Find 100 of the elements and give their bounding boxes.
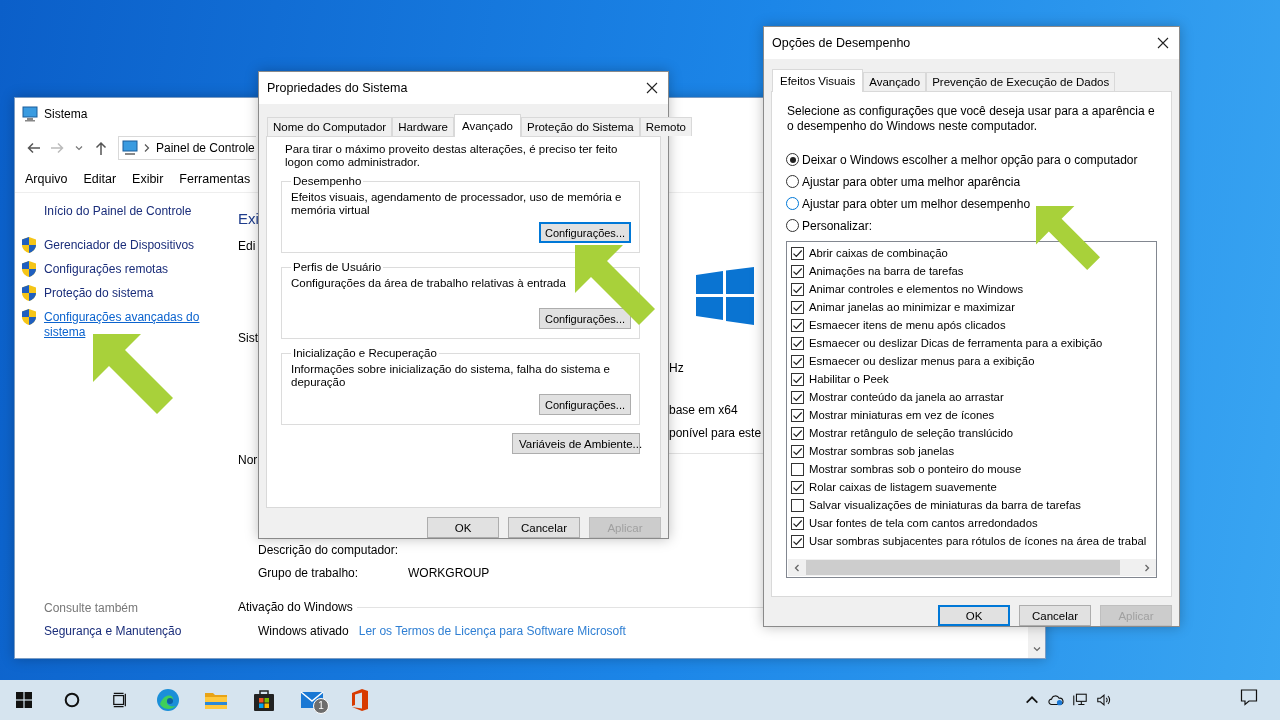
sidebar-link[interactable]: Segurança e Manutenção [44, 624, 238, 638]
checkbox-option[interactable]: Animar controles e elementos no Windows [791, 280, 1024, 298]
checkbox[interactable] [791, 408, 804, 422]
checkbox-option[interactable]: Habilitar o Peek [791, 370, 889, 388]
tab[interactable]: Remoto [639, 117, 692, 136]
group-title: Perfis de Usuário [292, 261, 383, 273]
info-text: Para tirar o máximo proveito destas alterações, é preciso ter feito logon como administrador. [285, 143, 619, 169]
checkbox[interactable] [791, 354, 804, 368]
checkbox-option[interactable]: Mostrar retângulo de seleção translúcido [791, 424, 1014, 442]
checkbox[interactable] [791, 480, 804, 494]
cloud-icon[interactable] [1048, 692, 1064, 708]
tab[interactable]: Avançado [454, 114, 521, 137]
shield-icon [21, 236, 37, 254]
settings-button[interactable]: Configurações... [539, 222, 631, 243]
tab[interactable]: Efeitos Visuais [772, 69, 864, 92]
radio-option[interactable]: Ajustar para obter uma melhor aparência [786, 174, 1021, 189]
notification-icon[interactable] [1240, 688, 1258, 706]
shield-icon [21, 308, 37, 326]
radio-option[interactable]: Ajustar para obter um melhor desempenho [786, 196, 1031, 211]
environment-variables-button[interactable]: Variáveis de Ambiente... [512, 433, 640, 454]
up-icon[interactable] [93, 140, 109, 156]
checkbox-option[interactable]: Mostrar sombras sob janelas [791, 442, 955, 460]
menu-item[interactable]: Arquivo [25, 172, 68, 186]
checkbox[interactable] [791, 300, 804, 314]
radio-option[interactable]: Deixar o Windows escolher a melhor opção para o computador [786, 152, 1138, 167]
checkbox-option[interactable]: Esmaecer ou deslizar Dicas de ferramenta para a exibição [791, 334, 1103, 352]
settings-button[interactable]: Configurações... [539, 394, 631, 415]
computer-icon [22, 106, 38, 122]
network-icon[interactable] [1072, 692, 1088, 708]
checkbox[interactable] [791, 264, 804, 278]
checkbox-option[interactable]: Esmaecer itens de menu após clicados [791, 316, 1006, 334]
sidebar-link[interactable]: Gerenciador de Dispositivos [44, 238, 195, 252]
checkbox[interactable] [791, 426, 804, 440]
address-bar[interactable]: Painel de Controle [118, 136, 256, 160]
shield-icon [21, 284, 37, 302]
checkbox-option[interactable]: Mostrar conteúdo da janela ao arrastar [791, 388, 1004, 406]
checkbox[interactable] [791, 444, 804, 458]
shield-icon [21, 260, 37, 278]
dialog-button[interactable]: Cancelar [508, 517, 580, 538]
sidebar-link[interactable]: Configurações remotas [44, 262, 169, 276]
checkbox[interactable] [791, 534, 804, 548]
section-heading: Sist [238, 331, 258, 345]
close-icon[interactable] [1157, 37, 1169, 49]
checkbox[interactable] [791, 372, 804, 386]
checkbox[interactable] [791, 390, 804, 404]
back-icon[interactable] [26, 140, 42, 156]
close-icon[interactable] [646, 82, 658, 94]
window-title: Propriedades do Sistema [267, 81, 408, 95]
field-label: Descrição do computador: [258, 543, 400, 557]
checkbox-option[interactable]: Animações na barra de tarefas [791, 262, 964, 280]
checkbox-option[interactable]: Usar fontes de tela com cantos arredondados [791, 514, 1038, 532]
sidebar-link[interactable]: Configurações avançadas do sistema [44, 310, 204, 340]
dialog-button[interactable]: Cancelar [1019, 605, 1091, 626]
menu-item[interactable]: Editar [83, 172, 117, 186]
checkbox-option[interactable]: Animar janelas ao minimizar e maximizar [791, 298, 1015, 316]
tab[interactable]: Nome do Computador [267, 117, 393, 136]
tab[interactable]: Proteção do Sistema [520, 117, 640, 136]
group-description: Efeitos visuais, agendamento de processador, uso de memória e memória virtual [291, 191, 623, 217]
sidebar-link[interactable]: Proteção do sistema [44, 286, 154, 300]
window-title: Sistema [44, 107, 88, 121]
checkbox-option[interactable]: Mostrar miniaturas em vez de ícones [791, 406, 995, 424]
checkbox-option[interactable]: Usar sombras subjacentes para rótulos de ícones na área de trabal [791, 532, 1147, 550]
section-heading: Consulte também [44, 601, 140, 615]
field-label: Grupo de trabalho: [258, 566, 360, 580]
checkbox[interactable] [791, 336, 804, 350]
dropdown-icon[interactable] [74, 143, 84, 153]
menu-item[interactable]: Exibir [132, 172, 164, 186]
radio-circle[interactable] [786, 153, 799, 166]
horizontal-scrollbar[interactable] [788, 559, 1156, 576]
scroll-down-icon[interactable] [1031, 644, 1042, 654]
checkbox[interactable] [791, 318, 804, 332]
spec-text: ponível para este [669, 426, 762, 440]
tab[interactable]: Prevenção de Execução de Dados [926, 72, 1116, 91]
sidebar-link[interactable]: Início do Painel de Controle [21, 204, 238, 218]
radio-circle[interactable] [786, 219, 799, 232]
license-link[interactable]: Ler os Termos de Licença para Software Microsoft [358, 624, 626, 638]
checkbox-option[interactable]: Salvar visualizações de miniaturas da barra de tarefas [791, 496, 1081, 514]
window-title: Opções de Desempenho [772, 36, 911, 50]
dialog-button[interactable]: OK [427, 517, 499, 538]
speaker-icon[interactable] [1096, 692, 1112, 708]
radio-circle[interactable] [786, 197, 799, 210]
radio-circle[interactable] [786, 175, 799, 188]
checkbox[interactable] [791, 462, 804, 476]
checkbox[interactable] [791, 246, 804, 260]
dialog-button[interactable]: OK [938, 605, 1010, 626]
spec-text: base em x64 [669, 403, 738, 417]
settings-button[interactable]: Configurações... [539, 308, 631, 329]
radio-option[interactable]: Personalizar: [786, 218, 873, 233]
checkbox[interactable] [791, 498, 804, 512]
checkbox[interactable] [791, 282, 804, 296]
tab[interactable]: Hardware [392, 117, 454, 136]
count-badge: 1 [313, 698, 329, 714]
checkbox[interactable] [791, 516, 804, 530]
checkbox-option[interactable]: Rolar caixas de listagem suavemente [791, 478, 997, 496]
checkbox-option[interactable]: Mostrar sombras sob o ponteiro do mouse [791, 460, 1022, 478]
menu-item[interactable]: Ferramentas [179, 172, 251, 186]
checkbox-option[interactable]: Abrir caixas de combinação [791, 244, 948, 262]
checkbox-option[interactable]: Esmaecer ou deslizar menus para a exibição [791, 352, 1035, 370]
tab[interactable]: Avançado [863, 72, 927, 91]
group-title: Inicialização e Recuperação [292, 347, 438, 359]
